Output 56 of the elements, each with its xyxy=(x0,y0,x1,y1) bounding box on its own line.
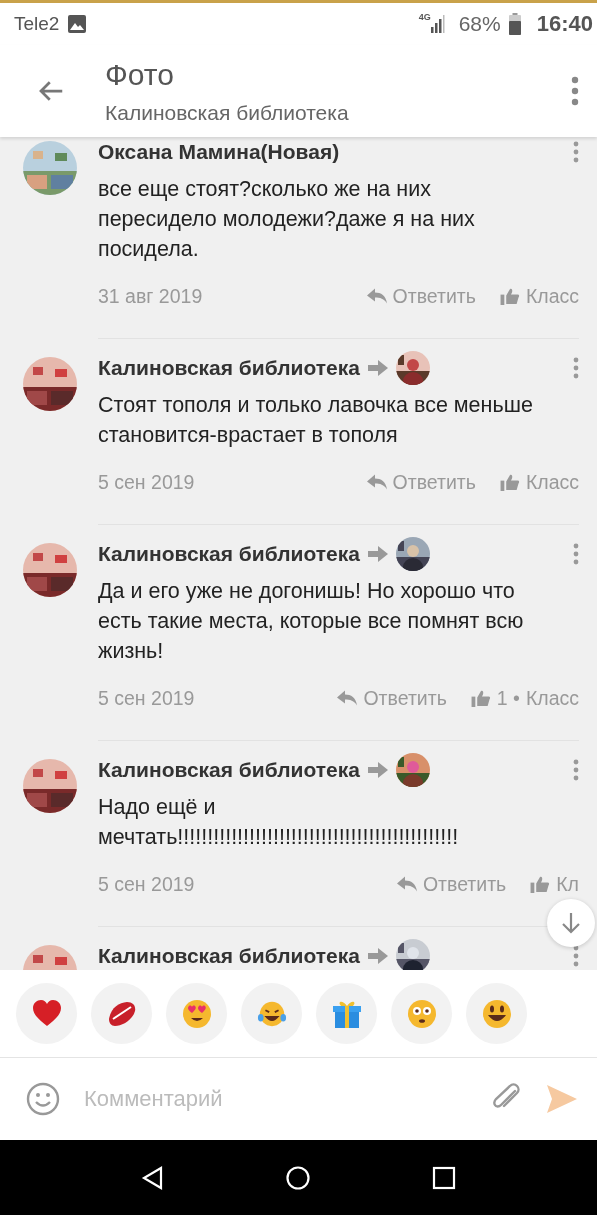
comment-input[interactable]: Комментарий xyxy=(74,1082,475,1116)
thumbs-up-icon xyxy=(470,689,491,707)
author-name[interactable]: Калиновская библиотека xyxy=(98,758,360,782)
battery-percent: 68% xyxy=(458,12,501,36)
like-link[interactable]: Класс xyxy=(525,470,579,494)
reply-icon xyxy=(337,689,358,707)
like-link[interactable]: Кл xyxy=(556,872,579,896)
like-link[interactable]: Класс xyxy=(525,284,579,308)
page-subtitle: Калиновская библиотека xyxy=(105,101,350,125)
like-link[interactable]: Класс xyxy=(525,686,579,710)
comment-text: все еще стоят?сколько же на них пересидело молодежи?даже я на них посидела. xyxy=(98,176,476,263)
comment-text: Надо ещё и мечтать!!!!!!!!!!!!!!!!!!!!!!!!!!!!!!!!!!!!!!!!!!!!!!! xyxy=(98,794,460,851)
thumbs-up-icon xyxy=(499,287,520,305)
more-icon[interactable] xyxy=(573,543,579,565)
author-name[interactable]: Калиновская библиотека xyxy=(98,542,360,566)
scroll-down-button[interactable] xyxy=(547,899,595,947)
reply-icon xyxy=(396,875,417,893)
recents-icon[interactable] xyxy=(432,1165,457,1190)
thumbs-up-icon xyxy=(530,875,551,893)
home-icon[interactable] xyxy=(286,1165,311,1190)
emoji-icon[interactable] xyxy=(26,1082,60,1116)
comment-date: 31 авг 2019 xyxy=(98,284,203,308)
more-icon[interactable] xyxy=(571,76,579,106)
more-icon[interactable] xyxy=(573,759,579,781)
carrier-name: Tele2 xyxy=(14,13,60,35)
reply-link[interactable]: Ответить xyxy=(422,872,507,896)
heart-icon xyxy=(31,998,62,1029)
thumbs-up-icon xyxy=(499,473,520,491)
battery-icon xyxy=(508,13,521,35)
author-name[interactable]: Калиновская библиотека xyxy=(98,356,360,380)
reply-link[interactable]: Ответить xyxy=(363,686,447,710)
comment-date: 5 сен 2019 xyxy=(98,686,195,710)
network-type: 4G xyxy=(418,12,431,22)
signal-icon xyxy=(430,14,445,34)
more-icon[interactable] xyxy=(573,945,579,967)
reply-icon xyxy=(366,473,387,491)
page-title: Фото xyxy=(105,57,175,93)
author-name[interactable]: Калиновская библиотека xyxy=(98,944,360,968)
reply-link[interactable]: Ответить xyxy=(392,470,476,494)
more-icon[interactable] xyxy=(573,141,579,163)
more-icon[interactable] xyxy=(573,357,579,379)
heart-eyes-emoji-icon xyxy=(181,998,212,1029)
like-count: 1 • xyxy=(496,686,520,710)
comment-date: 5 сен 2019 xyxy=(98,872,195,896)
back-nav-icon[interactable] xyxy=(140,1165,165,1190)
flushed-emoji-icon xyxy=(406,998,437,1029)
comment-date: 5 сен 2019 xyxy=(98,470,195,494)
image-icon xyxy=(67,14,88,34)
author-name[interactable]: Оксана Мамина(Новая) xyxy=(98,140,340,164)
comment-text: Да и его уже не догонишь! Но хорошо что есть такие места, которые все помнят всю жизнь! xyxy=(98,578,525,665)
reply-icon xyxy=(366,287,387,305)
smiley-emoji-icon xyxy=(481,998,512,1029)
comment-text: Стоят тополя и только лавочка все меньше становится-врастает в тополя xyxy=(98,392,534,449)
reply-link[interactable]: Ответить xyxy=(392,284,476,308)
arrow-down-icon xyxy=(559,911,583,935)
clock: 16:40 xyxy=(536,11,593,37)
